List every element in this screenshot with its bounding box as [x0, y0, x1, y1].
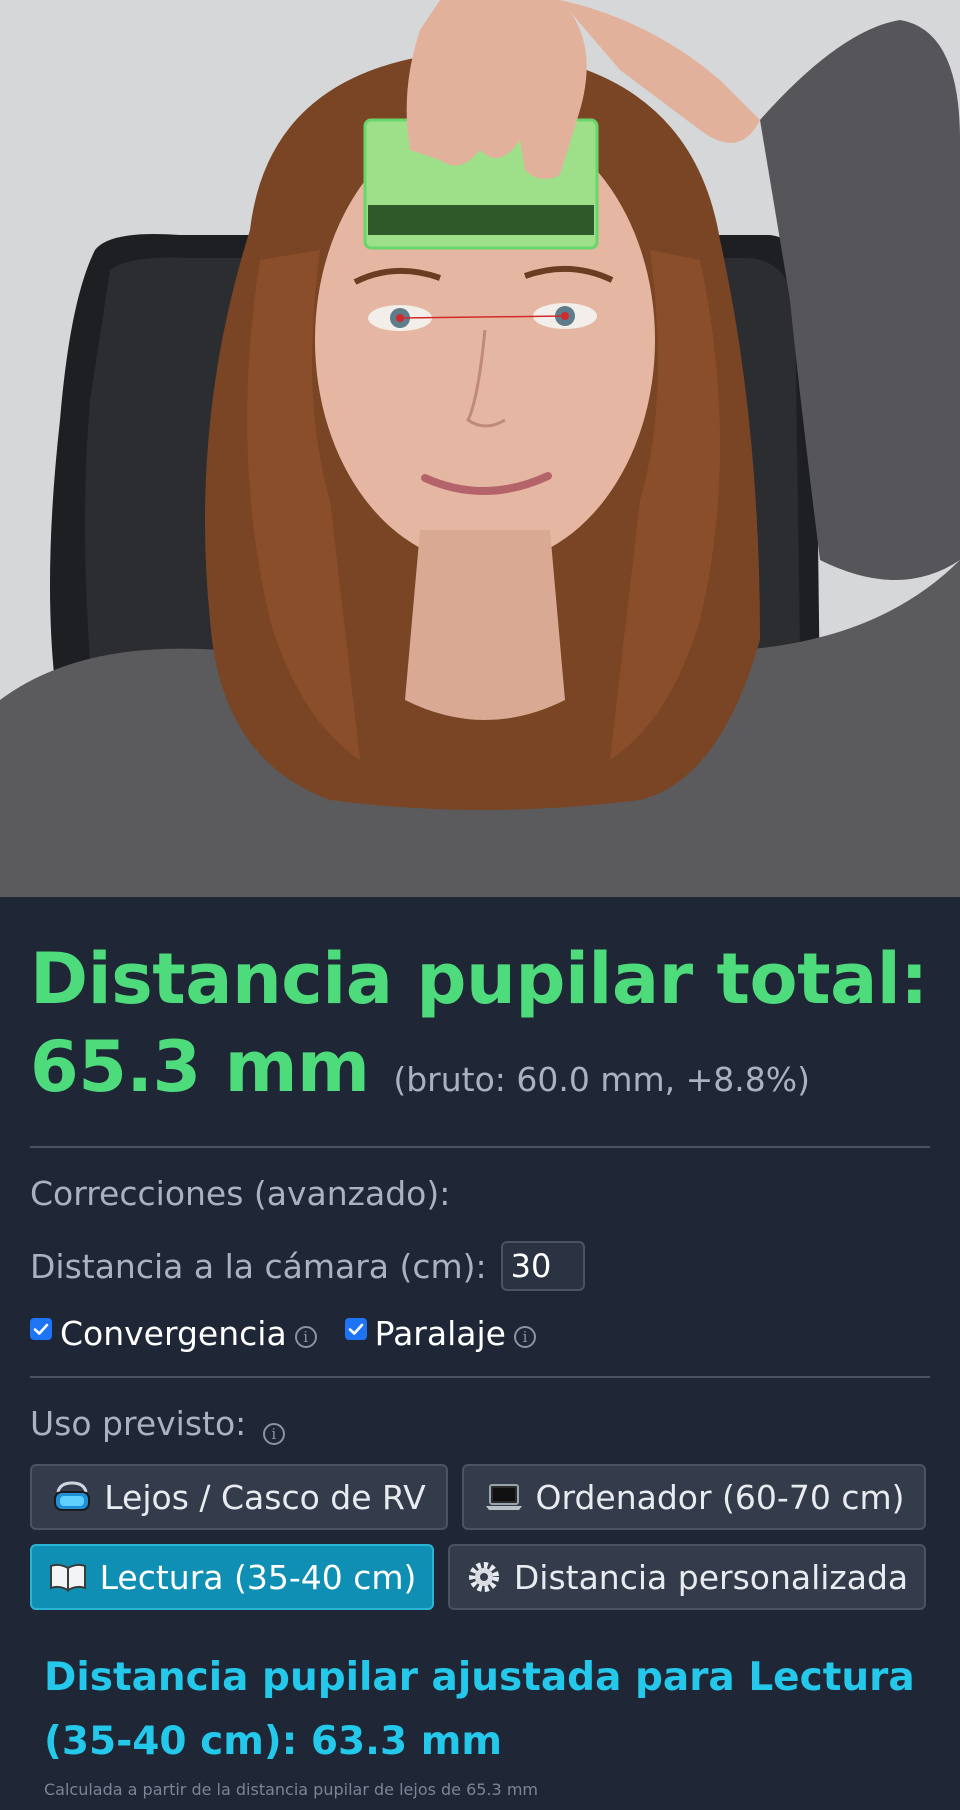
- photo-preview: [0, 0, 960, 897]
- corrections-heading: Correcciones (avanzado):: [30, 1174, 451, 1213]
- parallax-option[interactable]: Paralaje i: [344, 1313, 536, 1353]
- results-panel: Distancia pupilar total: 65.3 mm (bruto:…: [0, 897, 960, 1799]
- photo-illustration: [0, 0, 960, 897]
- convergence-checkbox[interactable]: [30, 1318, 52, 1340]
- usage-option-label: Ordenador (60-70 cm): [535, 1477, 905, 1517]
- usage-heading-row: Uso previsto: i: [30, 1402, 930, 1446]
- checkmark-icon: [33, 1323, 49, 1335]
- convergence-option[interactable]: Convergencia i: [30, 1314, 317, 1353]
- raw-pd-value: (bruto: 60.0 mm, +8.8%): [393, 1060, 810, 1099]
- usage-option-custom[interactable]: Distancia personalizada: [448, 1544, 926, 1610]
- checkmark-icon: [348, 1323, 363, 1335]
- total-pd-label: Distancia pupilar total:: [30, 938, 928, 1020]
- usage-option-label: Lectura (35-40 cm): [99, 1557, 417, 1597]
- divider: [30, 1376, 930, 1378]
- usage-option-label: Lejos / Casco de RV: [104, 1477, 426, 1517]
- usage-options-row-2: Lectura (35-40 cm) Distancia personaliza…: [30, 1544, 930, 1610]
- usage-options-row-1: Lejos / Casco de RV Ordenador (60-70 cm): [30, 1464, 930, 1530]
- parallax-label: Paralaje: [374, 1313, 506, 1353]
- vr-headset-icon: [52, 1480, 92, 1514]
- open-book-icon: [48, 1562, 88, 1592]
- adjusted-pd-note: Calculada a partir de la distancia pupil…: [44, 1780, 538, 1799]
- camera-distance-label: Distancia a la cámara (cm):: [30, 1246, 487, 1286]
- convergence-label: Convergencia: [60, 1313, 287, 1353]
- gear-icon: [466, 1559, 502, 1595]
- camera-distance-row: Distancia a la cámara (cm):: [30, 1238, 930, 1294]
- laptop-icon: [484, 1482, 524, 1512]
- total-pd-value: 65.3 mm: [30, 1026, 370, 1108]
- total-pd-heading: Distancia pupilar total: 65.3 mm (bruto:…: [30, 897, 930, 1124]
- usage-option-far[interactable]: Lejos / Casco de RV: [30, 1464, 448, 1530]
- adjusted-pd-text: Distancia pupilar ajustada para Lectura …: [44, 1655, 915, 1764]
- parallax-checkbox[interactable]: [344, 1318, 367, 1340]
- correction-options: Convergencia i Paralaje i: [30, 1308, 930, 1358]
- usage-heading: Uso previsto:: [30, 1404, 247, 1443]
- usage-option-reading[interactable]: Lectura (35-40 cm): [30, 1544, 434, 1610]
- parallax-info-icon[interactable]: i: [513, 1326, 536, 1348]
- camera-distance-input[interactable]: [500, 1241, 585, 1291]
- convergence-info-icon[interactable]: i: [294, 1326, 317, 1348]
- divider: [30, 1146, 930, 1148]
- usage-option-label: Distancia personalizada: [513, 1557, 909, 1597]
- usage-info-icon[interactable]: i: [262, 1423, 285, 1445]
- usage-option-computer[interactable]: Ordenador (60-70 cm): [462, 1464, 926, 1530]
